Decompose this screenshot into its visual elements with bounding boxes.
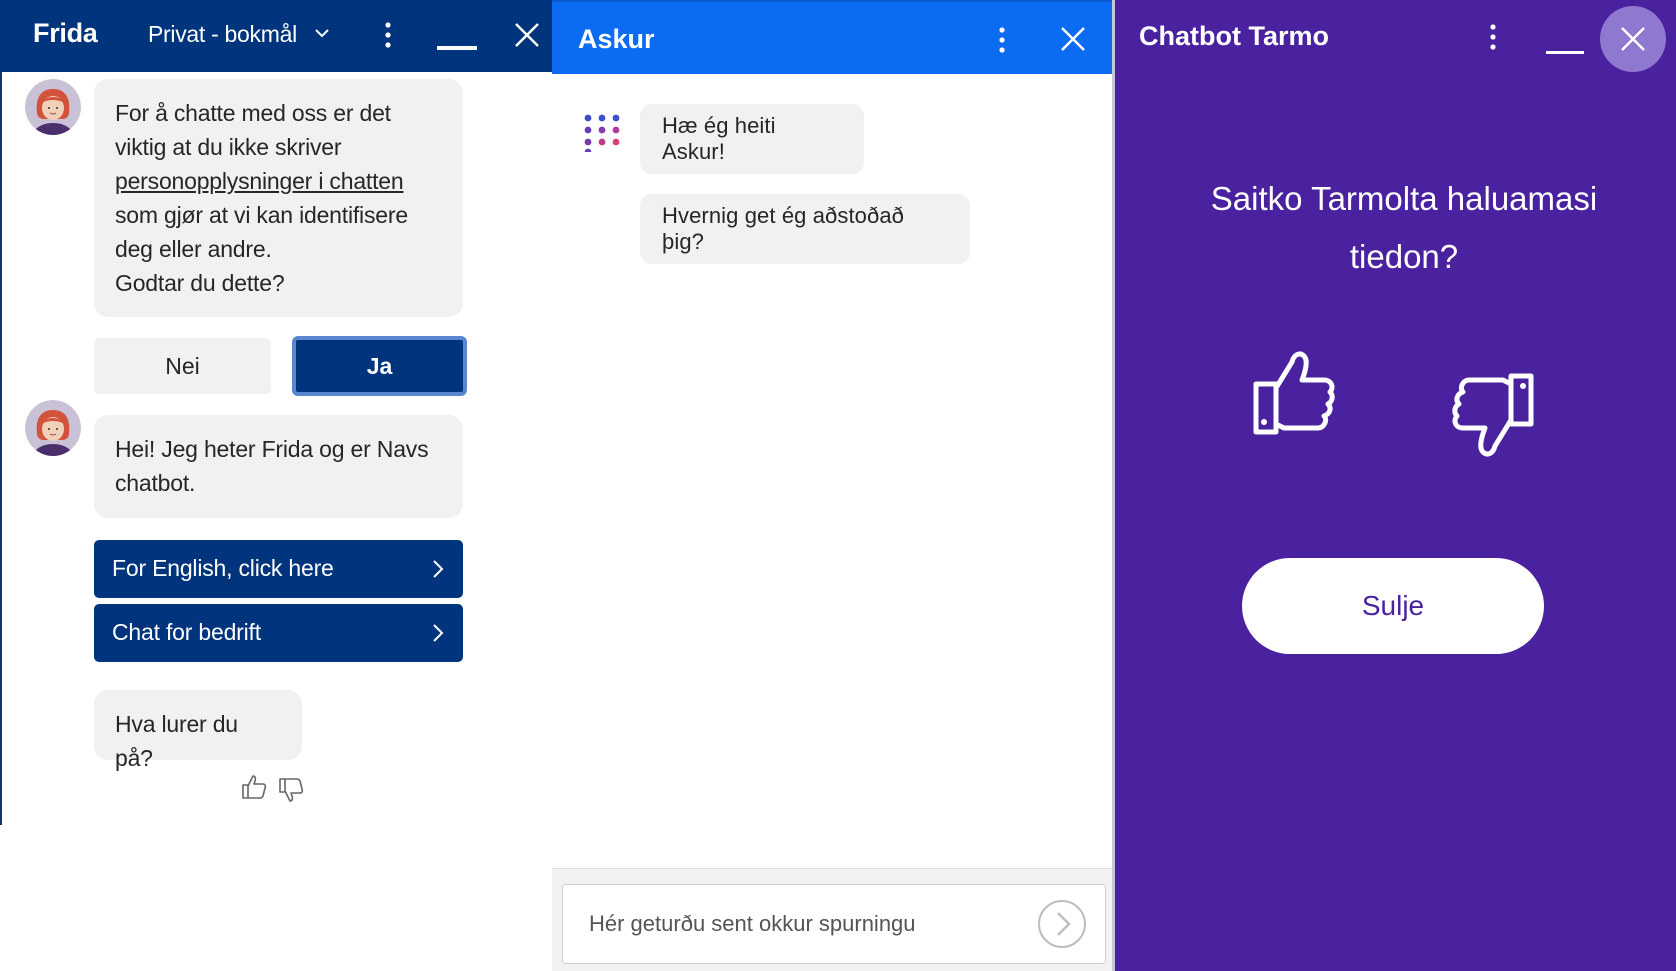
- privacy-text-cont: som gjør at vi kan identifisere deg elle…: [115, 202, 408, 262]
- askur-chat-window: Askur Hæ ég heiti Askur! Hvernig get ég …: [552, 0, 1112, 971]
- business-chat-label: Chat for bedrift: [112, 619, 261, 645]
- tarmo-title: Chatbot Tarmo: [1139, 21, 1329, 51]
- more-options-icon[interactable]: [378, 20, 398, 50]
- english-button[interactable]: For English, click here: [94, 540, 463, 598]
- askur-logo-icon: [584, 114, 620, 152]
- more-options-icon[interactable]: [1483, 22, 1503, 52]
- askur-header: Askur: [552, 0, 1112, 74]
- askur-title: Askur: [578, 24, 655, 54]
- frida-avatar: [25, 400, 81, 456]
- minimize-button[interactable]: [437, 46, 477, 50]
- privacy-text: For å chatte med oss er det viktig at du…: [115, 100, 391, 160]
- thumbs-up-icon[interactable]: [1250, 348, 1342, 440]
- language-select[interactable]: Privat - bokmål: [148, 21, 297, 48]
- no-button[interactable]: Nei: [94, 338, 271, 394]
- message-input[interactable]: Hér geturðu sent okkur spurningu: [562, 884, 1106, 964]
- privacy-link[interactable]: personopplysninger i chatten: [115, 168, 404, 194]
- business-chat-button[interactable]: Chat for bedrift: [94, 604, 463, 662]
- chevron-right-icon: [433, 560, 444, 578]
- privacy-question: Godtar du dette?: [115, 270, 285, 296]
- close-icon[interactable]: [512, 20, 542, 50]
- prompt-message: Hva lurer du på?: [94, 690, 302, 771]
- askur-question: Hvernig get ég aðstoðað þig?: [640, 194, 970, 264]
- english-button-label: For English, click here: [112, 555, 334, 581]
- thumbs-down-icon[interactable]: [277, 776, 305, 804]
- thumbs-up-icon[interactable]: [240, 773, 268, 801]
- close-icon: [1621, 27, 1645, 51]
- frida-border: [0, 72, 2, 825]
- more-options-icon[interactable]: [992, 25, 1012, 55]
- frida-avatar: [25, 79, 81, 135]
- close-icon[interactable]: [1058, 24, 1088, 54]
- tarmo-chat-window: Chatbot Tarmo Saitko Tarmolta haluamasi …: [1112, 0, 1676, 971]
- panel-divider: [1112, 0, 1115, 971]
- feedback-question: Saitko Tarmolta haluamasi tiedon?: [1210, 180, 1598, 275]
- close-feedback-button[interactable]: Sulje: [1242, 558, 1544, 654]
- chevron-down-icon[interactable]: [313, 26, 331, 40]
- close-button[interactable]: [1600, 6, 1666, 72]
- privacy-message: For å chatte med oss er det viktig at du…: [94, 79, 463, 317]
- askur-greeting: Hæ ég heiti Askur!: [640, 104, 864, 174]
- minimize-button[interactable]: [1546, 51, 1584, 54]
- frida-chat-window: Frida Privat - bokmål For å chatte med o…: [0, 0, 552, 971]
- greeting-message: Hei! Jeg heter Frida og er Navs chatbot.: [94, 415, 463, 518]
- send-icon[interactable]: [1036, 898, 1088, 950]
- thumbs-down-icon[interactable]: [1445, 368, 1537, 460]
- yes-button[interactable]: Ja: [292, 336, 467, 396]
- chevron-right-icon: [433, 624, 444, 642]
- frida-title: Frida: [33, 18, 98, 48]
- frida-header: Frida Privat - bokmål: [0, 0, 552, 72]
